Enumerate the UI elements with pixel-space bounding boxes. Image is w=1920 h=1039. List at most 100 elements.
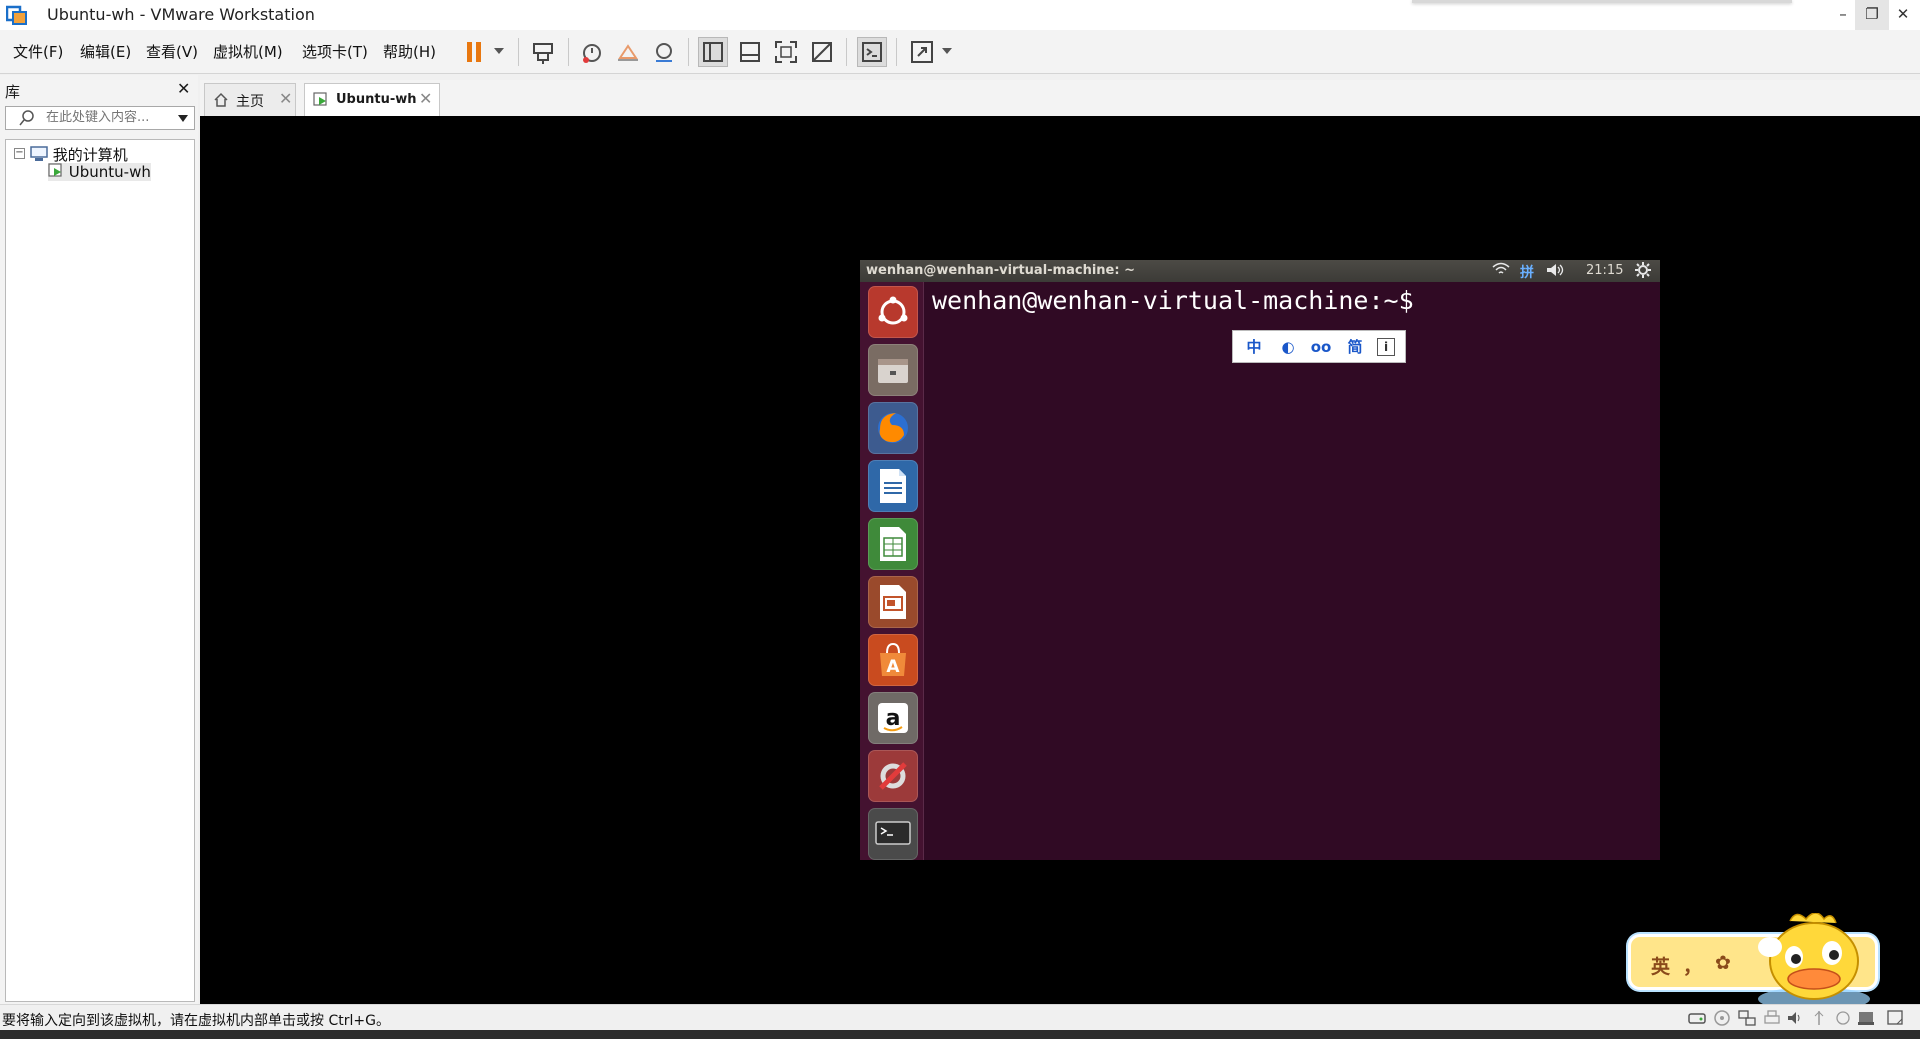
ubuntu-top-panel: wenhan@wenhan-virtual-machine: ~ 拼 21:15 [860, 260, 1660, 282]
calc-icon[interactable] [868, 518, 918, 570]
vmware-app-icon [5, 4, 28, 26]
tab-ubuntu-label: Ubuntu-wh [336, 92, 417, 107]
svg-text:A: A [886, 657, 900, 677]
monitor-icon[interactable] [1857, 1010, 1875, 1026]
vm-icon [48, 163, 69, 181]
ime-punct-toggle[interactable]: oo [1310, 336, 1332, 358]
ime-info-button[interactable]: i [1377, 338, 1395, 356]
tree-root-label: 我的计算机 [52, 146, 128, 164]
terminal-prompt[interactable]: wenhan@wenhan-virtual-machine:~$ [932, 286, 1414, 315]
library-panel: 库 ✕ − 我的计算机 Ubuntu-wh [0, 75, 198, 1004]
ime-simplified-toggle[interactable]: 简 [1344, 336, 1366, 358]
ime-mode-toggle[interactable]: 英 [1651, 952, 1670, 979]
system-settings-icon[interactable] [868, 750, 918, 802]
send-ctrl-alt-del-icon[interactable] [528, 37, 558, 67]
ime-punct-toggle[interactable]: ， [1683, 952, 1702, 979]
toolbar-separator [846, 38, 847, 66]
ubuntu-dash-icon[interactable] [868, 286, 918, 338]
cd-icon[interactable] [1713, 1010, 1731, 1026]
duck-mascot-icon [1750, 912, 1880, 1017]
revert-snapshot-icon[interactable] [613, 37, 643, 67]
ime-floating-widget[interactable]: 英 ， ✿ [1628, 912, 1882, 1013]
writer-icon[interactable] [868, 460, 918, 512]
stretch-guest-icon[interactable] [907, 37, 937, 67]
tab-ubuntu-close-icon[interactable]: ✕ [419, 89, 432, 108]
pause-dropdown-icon[interactable] [494, 48, 504, 54]
ime-fullwidth-toggle[interactable]: ◐ [1277, 336, 1299, 358]
network-icon[interactable] [1738, 1010, 1756, 1026]
status-message: 要将输入定向到该虚拟机，请在虚拟机内部单击或按 Ctrl+G。 [2, 1013, 390, 1029]
ime-toolbar: 中 ◐ oo 简 i [1232, 330, 1406, 363]
vm-icon [313, 92, 329, 112]
search-dropdown-icon[interactable] [178, 115, 188, 122]
firefox-icon[interactable] [868, 402, 918, 454]
title-bar: Ubuntu-wh - VMware Workstation – ❐ ✕ [0, 0, 1920, 30]
hdd-icon[interactable] [1688, 1010, 1706, 1026]
tab-home-label: 主页 [236, 94, 264, 110]
menu-toolbar: 文件(F) 编辑(E) 查看(V) 虚拟机(M) 选项卡(T) 帮助(H) [0, 30, 1920, 74]
toolbar-separator [896, 38, 897, 66]
vm-console[interactable]: wenhan@wenhan-virtual-machine: ~ 拼 21:15 [200, 116, 1920, 1011]
library-title: 库 [5, 83, 21, 101]
taskbar-edge [0, 1030, 1920, 1039]
menu-vm[interactable]: 虚拟机(M) [213, 41, 283, 62]
tree-item-ubuntu-wh[interactable]: Ubuntu-wh [48, 163, 151, 181]
terminal-icon[interactable] [868, 808, 918, 860]
amazon-icon[interactable]: a [868, 692, 918, 744]
clock[interactable]: 21:15 [1586, 263, 1623, 278]
menu-tabs[interactable]: 选项卡(T) [302, 41, 368, 62]
sound-icon[interactable] [1786, 1010, 1804, 1026]
ime-settings-icon[interactable]: ✿ [1715, 952, 1731, 974]
close-button[interactable]: ✕ [1886, 0, 1920, 30]
stretch-dropdown-icon[interactable] [942, 48, 952, 54]
background-window-edge [1412, 0, 1792, 3]
menu-help[interactable]: 帮助(H) [383, 41, 436, 62]
tab-home-close-icon[interactable]: ✕ [279, 89, 292, 108]
files-icon[interactable] [868, 344, 918, 396]
window-title: Ubuntu-wh - VMware Workstation [47, 5, 315, 24]
pause-icon[interactable] [459, 37, 489, 67]
computer-icon [30, 146, 53, 164]
ime-chinese-toggle[interactable]: 中 [1243, 336, 1265, 358]
svg-text:a: a [886, 706, 901, 731]
tab-bar: 主页 ✕ Ubuntu-wh ✕ [200, 80, 1920, 116]
status-bar: 要将输入定向到该虚拟机，请在虚拟机内部单击或按 Ctrl+G。 [0, 1004, 1920, 1030]
usb-icon[interactable] [1810, 1010, 1828, 1026]
impress-icon[interactable] [868, 576, 918, 628]
wifi-icon[interactable] [1492, 262, 1510, 280]
unity-icon[interactable] [807, 37, 837, 67]
search-icon [19, 110, 35, 130]
menu-file[interactable]: 文件(F) [13, 41, 63, 62]
unity-launcher: A a [860, 282, 924, 860]
library-tree: − 我的计算机 Ubuntu-wh [5, 139, 195, 1002]
guest-window-title: wenhan@wenhan-virtual-machine: ~ [866, 263, 1135, 278]
restore-button[interactable]: ❐ [1855, 0, 1889, 30]
menu-view[interactable]: 查看(V) [146, 41, 198, 62]
message-icon[interactable] [1887, 1010, 1905, 1026]
full-screen-icon[interactable] [771, 37, 801, 67]
library-search[interactable] [5, 106, 195, 130]
show-library-icon[interactable] [698, 37, 728, 67]
show-thumbnail-icon[interactable] [735, 37, 765, 67]
software-center-icon[interactable]: A [868, 634, 918, 686]
snapshot-icon[interactable] [577, 37, 607, 67]
ubuntu-desktop[interactable]: wenhan@wenhan-virtual-machine: ~ 拼 21:15 [860, 260, 1660, 860]
tab-ubuntu-wh[interactable]: Ubuntu-wh ✕ [304, 83, 440, 116]
home-icon [213, 92, 229, 112]
snapshot-manager-icon[interactable] [649, 37, 679, 67]
library-search-input[interactable] [46, 110, 174, 125]
library-close-icon[interactable]: ✕ [177, 79, 190, 98]
toolbar-separator [568, 38, 569, 66]
console-view-icon[interactable] [857, 37, 887, 67]
tree-root[interactable]: 我的计算机 [30, 144, 128, 165]
collapse-icon[interactable]: − [14, 148, 25, 159]
display-icon[interactable] [1834, 1010, 1852, 1026]
volume-icon[interactable] [1545, 262, 1565, 282]
tab-home[interactable]: 主页 ✕ [204, 83, 296, 116]
ime-indicator[interactable]: 拼 [1520, 262, 1534, 282]
gear-icon[interactable] [1635, 262, 1651, 282]
tree-item-label: Ubuntu-wh [68, 163, 151, 181]
toolbar-separator [518, 38, 519, 66]
printer-icon[interactable] [1763, 1010, 1781, 1026]
menu-edit[interactable]: 编辑(E) [80, 41, 131, 62]
